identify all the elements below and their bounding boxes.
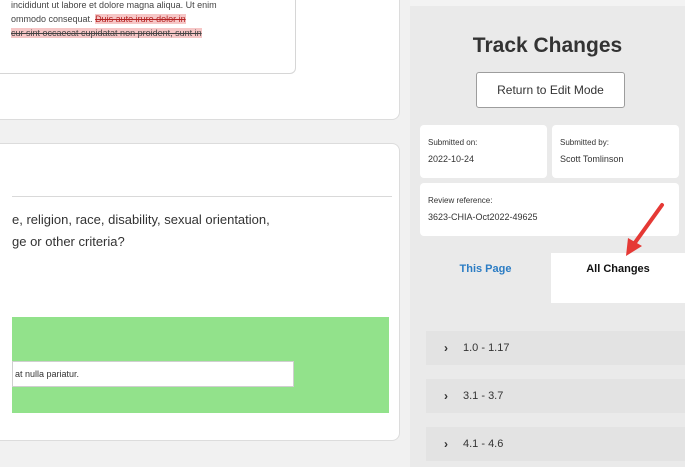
section-label: 4.1 - 4.6 [463,438,504,450]
deleted-text-line-3: cur sint occaecat cupidatat non proident… [11,28,202,38]
deleted-text: Duis aute irure dolor in [95,14,186,24]
question-text-line-1: e, religion, race, disability, sexual or… [12,212,270,227]
question-divider [12,196,392,197]
section-label: 1.0 - 1.17 [463,342,510,354]
submitted-by-value: Scott Tomlinson [560,154,624,164]
tab-all-changes[interactable]: All Changes [551,253,685,303]
change-preview-box: incididunt ut labore et dolore magna ali… [0,0,296,74]
submitted-on-label: Submitted on: [428,138,478,147]
submitted-by-box: Submitted by: Scott Tomlinson [552,125,679,178]
section-item[interactable]: › 4.1 - 4.6 [426,427,685,461]
section-item[interactable]: › 3.1 - 3.7 [426,379,685,413]
submitted-by-label: Submitted by: [560,138,609,147]
snippet-line-1: incididunt ut labore et dolore magna ali… [11,0,217,10]
chevron-right-icon: › [444,437,448,451]
submitted-on-box: Submitted on: 2022-10-24 [420,125,547,178]
return-to-edit-button[interactable]: Return to Edit Mode [476,72,625,108]
annotation-arrow-icon [626,203,664,256]
question-text-line-2: ge or other criteria? [12,234,125,249]
review-reference-value: 3623-CHIA-Oct2022-49625 [428,212,538,222]
document-area: incididunt ut labore et dolore magna ali… [0,0,410,467]
section-item[interactable]: › 1.0 - 1.17 [426,331,685,365]
submitted-on-value: 2022-10-24 [428,154,475,164]
snippet-line-2-text: ommodo consequat. [11,14,96,24]
section-label: 3.1 - 3.7 [463,390,504,402]
review-reference-label: Review reference: [428,196,493,205]
panel-title: Track Changes [472,34,623,57]
answer-field[interactable]: at nulla pariatur. [12,361,294,387]
chevron-right-icon: › [444,341,448,355]
snippet-line-2: ommodo consequat. Duis aute irure dolor … [11,14,186,24]
tab-this-page[interactable]: This Page [420,253,551,303]
chevron-right-icon: › [444,389,448,403]
